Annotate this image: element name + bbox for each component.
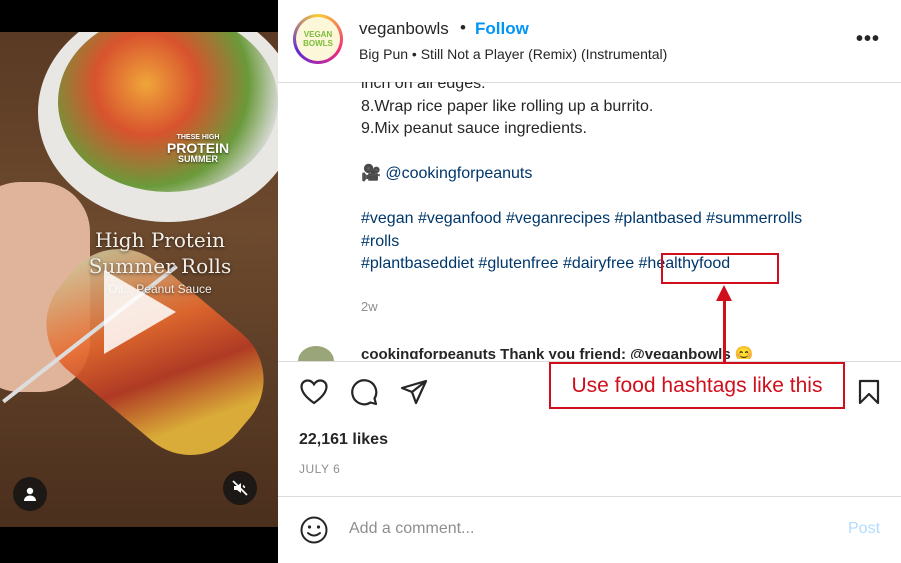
camera-emoji-icon: 🎥	[361, 165, 381, 182]
heart-icon	[300, 379, 328, 405]
username-link[interactable]: veganbowls	[359, 19, 449, 39]
annotation-callout: Use food hashtags like this	[549, 362, 845, 409]
hashtags-group[interactable]: #plantbaseddiet #glutenfree #dairyfree	[361, 255, 639, 272]
mention-link[interactable]: @cookingforpeanuts	[385, 165, 532, 182]
mute-button[interactable]	[223, 471, 257, 505]
share-button[interactable]	[399, 377, 429, 407]
post-button[interactable]: Post	[848, 520, 880, 538]
hashtags-line-3: #plantbaseddiet #glutenfree #dairyfree #…	[361, 253, 881, 276]
emoji-icon	[300, 516, 328, 544]
hashtag-highlight-box	[661, 253, 779, 284]
caption-line: 8.Wrap rice paper like rolling up a burr…	[361, 97, 654, 115]
user-icon	[24, 487, 36, 501]
tagged-users-button[interactable]	[13, 477, 47, 511]
likes-count[interactable]: 22,161 likes	[299, 431, 388, 449]
caption-line: inch on all edges.	[361, 82, 486, 92]
badge-line-3: SUMMER	[178, 154, 218, 164]
emoji-button[interactable]	[299, 515, 329, 545]
caption-timestamp[interactable]: 2w	[361, 299, 378, 314]
caption: inch on all edges. 8.Wrap rice paper lik…	[361, 82, 881, 352]
follow-button[interactable]: Follow	[475, 19, 529, 39]
video-frame[interactable]: THESE HIGH PROTEIN SUMMER High Protein S…	[0, 32, 278, 527]
comment-button[interactable]	[349, 377, 379, 407]
caption-mention-line: 🎥 @cookingforpeanuts	[361, 163, 881, 186]
save-button[interactable]	[854, 377, 884, 407]
annotation-arrow	[723, 296, 726, 362]
post-panel: VEGAN BOWLS veganbowls • Follow Big Pun …	[278, 0, 901, 563]
video-badge: THESE HIGH PROTEIN SUMMER	[150, 134, 246, 164]
comment-preview: cookingforpeanuts Thank you friend: @veg…	[361, 346, 754, 359]
post-date: JULY 6	[299, 462, 341, 476]
add-comment-bar: Add a comment... Post	[278, 496, 901, 563]
bookmark-icon	[858, 379, 880, 405]
header-separator: •	[460, 18, 466, 37]
comment-icon	[351, 379, 378, 406]
hashtags-line-2[interactable]: #rolls	[361, 231, 881, 254]
audio-track-link[interactable]: Big Pun • Still Not a Player (Remix) (In…	[359, 46, 667, 62]
mute-icon	[232, 480, 248, 496]
hashtags-line-1[interactable]: #vegan #veganfood #veganrecipes #plantba…	[361, 208, 881, 231]
caption-line: 9.Mix peanut sauce ingredients.	[361, 120, 587, 137]
video-title-line-1: High Protein	[94, 228, 226, 252]
badge-line-2: PROTEIN	[166, 140, 230, 156]
avatar-logo: VEGAN BOWLS	[296, 17, 340, 61]
share-icon	[400, 379, 428, 405]
play-icon[interactable]	[104, 270, 176, 354]
instagram-post-view: THESE HIGH PROTEIN SUMMER High Protein S…	[0, 0, 901, 563]
avatar[interactable]: VEGAN BOWLS	[293, 14, 343, 64]
more-options-icon[interactable]: •••	[856, 28, 880, 51]
post-header: VEGAN BOWLS veganbowls • Follow Big Pun …	[278, 0, 901, 82]
comment-input[interactable]: Add a comment...	[349, 520, 474, 538]
video-player[interactable]: THESE HIGH PROTEIN SUMMER High Protein S…	[0, 0, 278, 563]
like-button[interactable]	[299, 377, 329, 407]
